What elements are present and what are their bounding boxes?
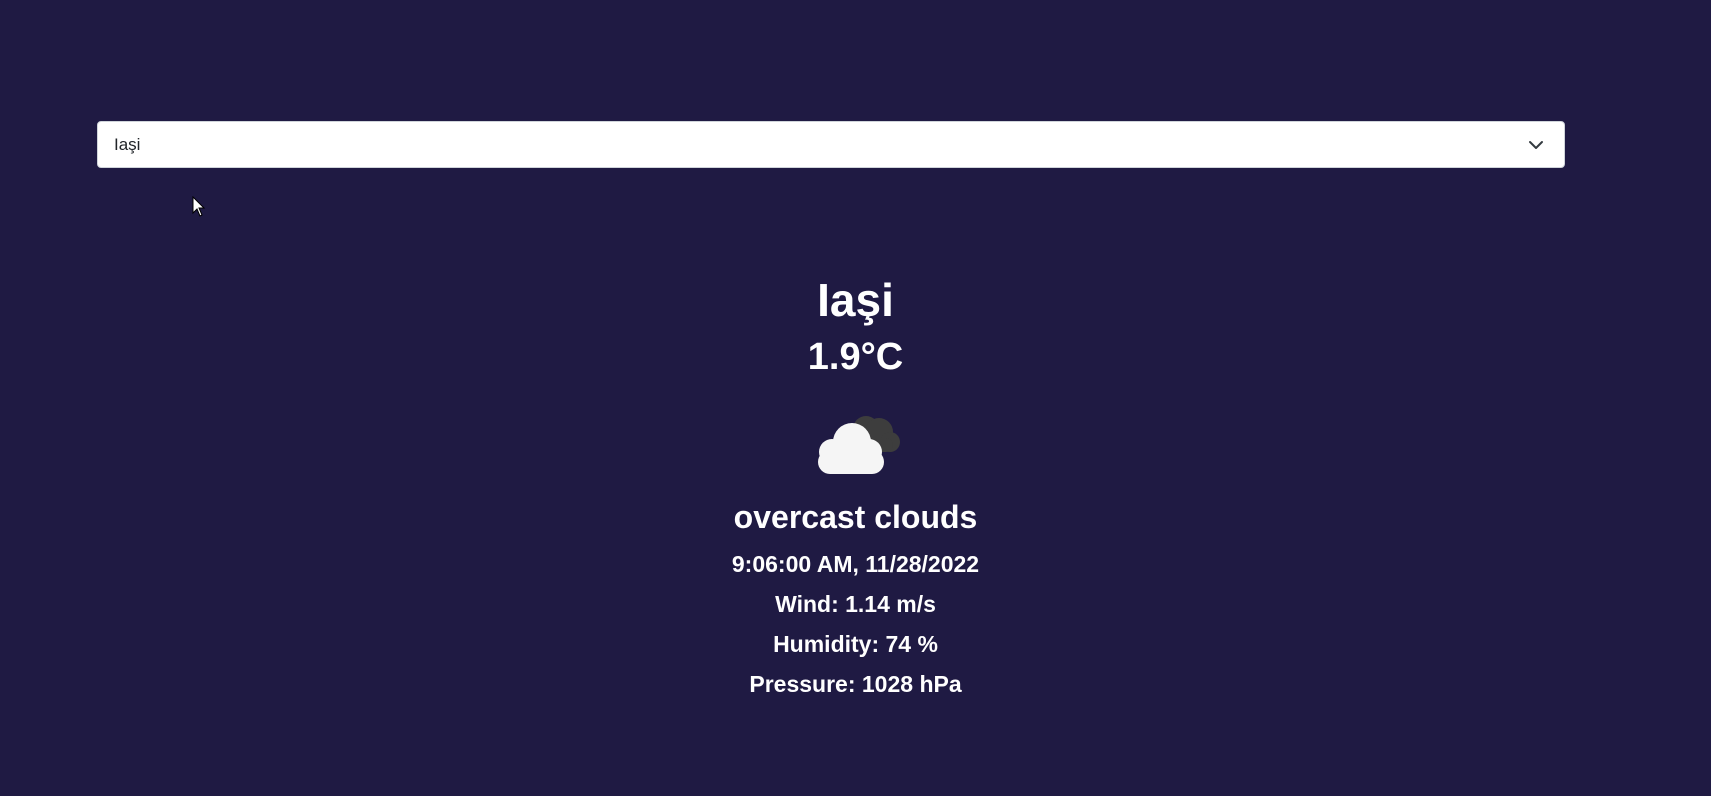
humidity: Humidity: 74 % [773, 631, 938, 657]
pressure: Pressure: 1028 hPa [749, 671, 962, 697]
temperature: 1.9°C [807, 336, 904, 378]
city-name: Iaşi [817, 274, 894, 326]
weather-panel: Iaşi 1.9°C overcast clouds 9:06:00 AM, 1… [0, 268, 1711, 704]
date-time: 9:06:00 AM, 11/28/2022 [731, 551, 980, 577]
chevron-down-icon [1529, 140, 1543, 149]
overcast-clouds-icon [806, 402, 906, 482]
weather-app: Iaşi Iaşi 1.9°C overcast clouds 9:06:00 … [0, 0, 1711, 796]
wind-speed: Wind: 1.14 m/s [775, 591, 936, 617]
mouse-cursor-icon [192, 196, 206, 217]
weather-description: overcast clouds [733, 499, 978, 535]
city-select-value: Iaşi [114, 134, 141, 154]
city-select[interactable]: Iaşi [97, 121, 1565, 168]
